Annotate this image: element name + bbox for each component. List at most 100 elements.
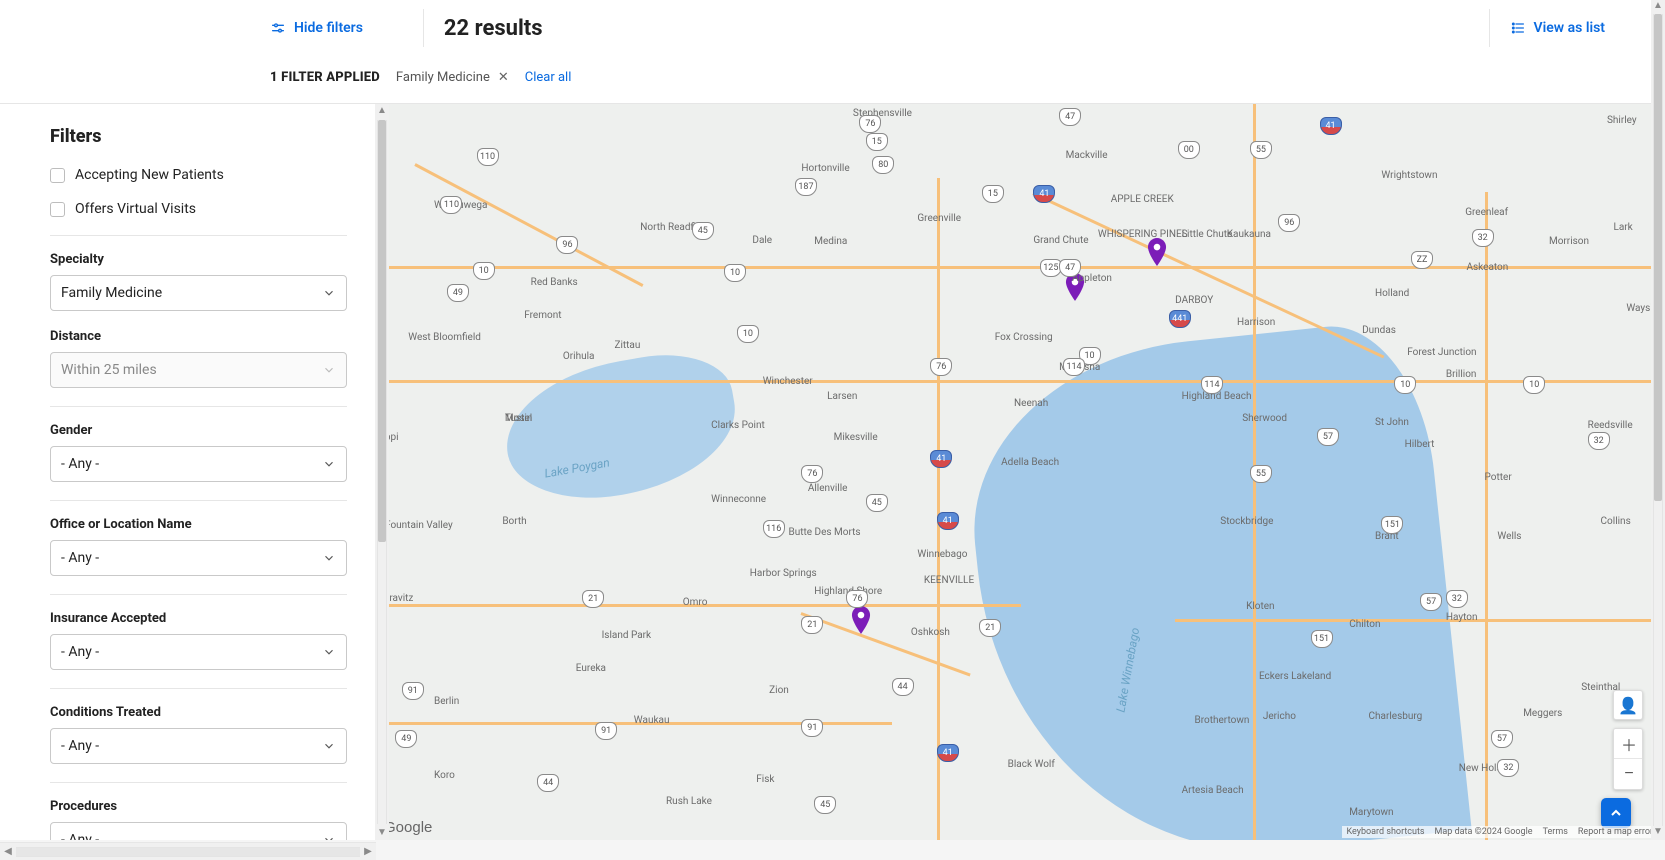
- route-shield: 151: [1311, 630, 1333, 648]
- route-shield: 91: [402, 682, 424, 700]
- pin-kimberly[interactable]: [1147, 238, 1167, 266]
- sidebar-horizontal-scrollbar[interactable]: ◀ ▶: [0, 842, 376, 860]
- divider: [50, 235, 347, 236]
- city-label: Harrison: [1237, 317, 1275, 328]
- sidebar-scrollbar[interactable]: ▲ ▼: [375, 104, 389, 840]
- city-label: APPLE CREEK: [1111, 194, 1174, 205]
- city-label: Mosel: [505, 413, 532, 424]
- route-shield: 47: [1059, 108, 1081, 126]
- conditions-select[interactable]: - Any -: [50, 728, 347, 764]
- city-label: Zittau: [614, 340, 640, 351]
- city-label: Harbor Springs: [750, 568, 817, 579]
- scrollbar-track[interactable]: [377, 120, 387, 824]
- city-label: Eckers Lakeland: [1259, 671, 1331, 682]
- map-pegman[interactable]: 👤: [1613, 690, 1643, 720]
- gender-label: Gender: [50, 423, 347, 438]
- route-shield: 44: [537, 774, 559, 792]
- route-shield: 57: [1317, 428, 1339, 446]
- terms-link[interactable]: Terms: [1543, 827, 1568, 837]
- scrollbar-thumb[interactable]: [16, 848, 360, 856]
- city-label: Mackville: [1066, 150, 1108, 161]
- filters-heading: Filters: [50, 126, 347, 147]
- city-label: Holland: [1375, 288, 1409, 299]
- road: [1175, 619, 1665, 622]
- city-label: Morrison: [1549, 236, 1589, 247]
- route-shield: 32: [1446, 590, 1468, 608]
- checkbox-input[interactable]: [50, 168, 65, 183]
- checkbox-input[interactable]: [50, 202, 65, 217]
- scroll-up-icon[interactable]: ▲: [1651, 0, 1665, 14]
- route-shield: 114: [1063, 358, 1085, 376]
- city-label: Winchester: [763, 376, 813, 387]
- map-data-text: Map data ©2024 Google: [1435, 827, 1533, 837]
- scroll-right-icon[interactable]: ▶: [360, 844, 376, 860]
- city-label: Hortonville: [801, 163, 849, 174]
- city-label: Butte Des Morts: [788, 527, 860, 538]
- route-shield: 55: [1250, 465, 1272, 483]
- city-label: Adella Beach: [1001, 457, 1059, 468]
- checkbox-label: Accepting New Patients: [75, 167, 224, 183]
- remove-filter-icon[interactable]: ✕: [498, 70, 509, 85]
- route-shield: 76: [801, 465, 823, 483]
- city-label: Winneconne: [711, 494, 766, 505]
- pegman-icon: 👤: [1618, 696, 1638, 715]
- scroll-up-icon[interactable]: ▲: [375, 104, 389, 118]
- specialty-select[interactable]: Family Medicine: [50, 275, 347, 311]
- route-shield: 10: [473, 262, 495, 280]
- city-label: Collins: [1601, 516, 1631, 527]
- city-label: Sherwood: [1242, 413, 1287, 424]
- scrollbar-track[interactable]: [16, 847, 360, 857]
- view-as-list-button[interactable]: View as list: [1490, 9, 1665, 47]
- route-shield: 15: [866, 133, 888, 151]
- route-shield: 76: [859, 115, 881, 133]
- hide-filters-button[interactable]: Hide filters: [270, 9, 423, 47]
- pin-oshkosh[interactable]: [851, 606, 871, 634]
- map-panel[interactable]: Lake PoyganLake WinnebagoHortonvilleGree…: [376, 104, 1665, 840]
- city-label: Forest Junction: [1407, 347, 1476, 358]
- checkbox-offers-virtual-visits[interactable]: Offers Virtual Visits: [50, 201, 347, 217]
- city-label: Medina: [814, 236, 847, 247]
- zoom-in-button[interactable]: ＋: [1614, 729, 1643, 759]
- select-value: Within 25 miles: [61, 362, 157, 378]
- city-label: Brothertown: [1195, 715, 1250, 726]
- route-shield: 47: [1059, 259, 1081, 277]
- map-zoom-controls: ＋ −: [1613, 728, 1643, 790]
- scrollbar-thumb[interactable]: [378, 120, 386, 542]
- scrollbar-track[interactable]: [1653, 14, 1663, 826]
- route-shield: 32: [1472, 229, 1494, 247]
- city-label: Fountain Valley: [385, 520, 453, 531]
- city-label: Dundas: [1362, 325, 1396, 336]
- insurance-select[interactable]: - Any -: [50, 634, 347, 670]
- route-shield: 91: [595, 722, 617, 740]
- scroll-down-icon[interactable]: ▼: [375, 826, 389, 840]
- office-select[interactable]: - Any -: [50, 540, 347, 576]
- city-label: Artesia Beach: [1182, 785, 1244, 796]
- city-label: West Bloomfield: [408, 332, 481, 343]
- scrollbar-thumb[interactable]: [1654, 14, 1662, 501]
- city-label: Shirley: [1607, 115, 1637, 126]
- report-error-link[interactable]: Report a map error: [1578, 827, 1653, 837]
- scroll-down-icon[interactable]: ▼: [1651, 826, 1665, 840]
- gender-select[interactable]: - Any -: [50, 446, 347, 482]
- scroll-left-icon[interactable]: ◀: [0, 844, 16, 860]
- lake-shape: [495, 342, 746, 513]
- city-label: Brillion: [1446, 369, 1477, 380]
- road: [801, 612, 972, 677]
- clear-all-link[interactable]: Clear all: [525, 70, 572, 85]
- city-label: Mikesville: [834, 432, 878, 443]
- scroll-to-top-button[interactable]: [1601, 798, 1631, 828]
- chevron-down-icon: [322, 286, 336, 300]
- city-label: Fisk: [756, 774, 774, 785]
- zoom-out-button[interactable]: −: [1614, 759, 1643, 789]
- route-shield: 91: [801, 719, 823, 737]
- city-label: Dale: [752, 235, 772, 246]
- procedures-select[interactable]: - Any -: [50, 822, 347, 840]
- city-label: Chilton: [1349, 619, 1380, 630]
- city-label: WHISPERING PINES: [1098, 229, 1188, 240]
- page-scrollbar[interactable]: ▲ ▼: [1651, 0, 1665, 840]
- city-label: DARBOY: [1175, 295, 1213, 306]
- checkbox-accepting-new-patients[interactable]: Accepting New Patients: [50, 167, 347, 183]
- select-value: - Any -: [61, 738, 99, 754]
- route-shield: 00: [1178, 141, 1200, 159]
- keyboard-shortcuts-link[interactable]: Keyboard shortcuts: [1346, 827, 1424, 837]
